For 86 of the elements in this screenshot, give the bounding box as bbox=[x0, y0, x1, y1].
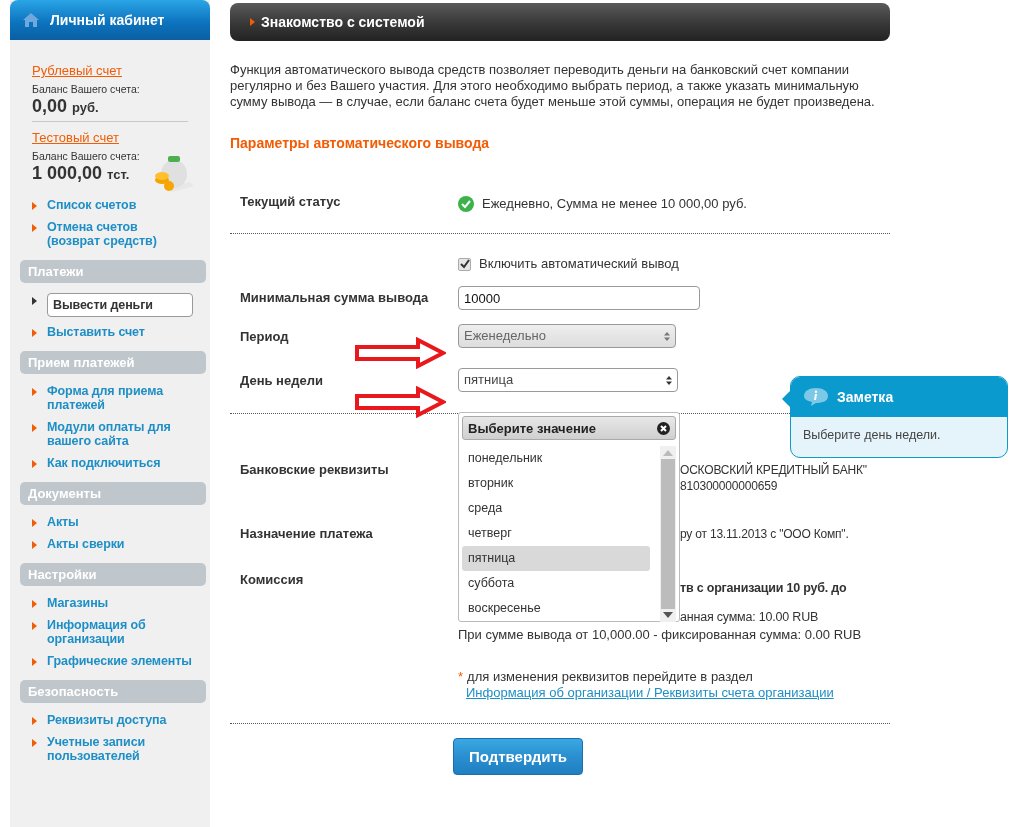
menu-link[interactable]: Выставить счет bbox=[47, 325, 145, 339]
info-icon bbox=[803, 387, 829, 407]
bullet-icon bbox=[32, 224, 37, 232]
dropdown-option[interactable]: четверг bbox=[462, 521, 650, 546]
house-icon bbox=[22, 12, 40, 28]
bullet-icon bbox=[250, 18, 255, 26]
bullet-icon bbox=[32, 739, 37, 747]
up-down-arrows-icon bbox=[664, 331, 670, 341]
detail-text: 810300000000659 bbox=[680, 478, 779, 494]
menu-link[interactable]: Отмена счетов (возврат средств) bbox=[47, 220, 193, 248]
dropdown-option[interactable]: суббота bbox=[462, 571, 650, 596]
detail-text: анная сумма: 10.00 RUB bbox=[680, 609, 820, 625]
checkbox-label: Включить автоматический вывод bbox=[479, 256, 679, 272]
field-label: Период bbox=[239, 328, 290, 344]
dropdown-option[interactable]: вторник bbox=[462, 471, 650, 496]
bullet-icon bbox=[32, 658, 37, 666]
close-icon[interactable] bbox=[657, 421, 670, 435]
section-header: Прием платежей bbox=[20, 351, 206, 374]
field-label: Комиссия bbox=[239, 572, 305, 589]
section-header: Платежи bbox=[20, 260, 206, 283]
bullet-icon bbox=[32, 388, 37, 396]
status-text: Ежедневно, Сумма не менее 10 000,00 руб. bbox=[482, 196, 747, 212]
arrow-icon bbox=[354, 386, 446, 418]
menu-link[interactable]: Форма для приема платежей bbox=[47, 384, 193, 412]
menu-link[interactable]: Информация об организации bbox=[47, 618, 193, 646]
field-label: Назначение платежа bbox=[239, 526, 374, 542]
page-title: Знакомство с системой bbox=[261, 14, 425, 30]
detail-text: При сумме вывода от 10,000.00 - фиксированная сумма: 0.00 RUB bbox=[458, 627, 863, 643]
bullet-icon bbox=[32, 519, 37, 527]
dropdown-option[interactable]: среда bbox=[462, 496, 650, 521]
field-label: Банковские реквизиты bbox=[239, 462, 390, 479]
bullet-icon bbox=[32, 329, 37, 337]
menu-link[interactable]: Магазины bbox=[47, 596, 109, 610]
menu-link[interactable]: Акты bbox=[47, 515, 79, 529]
menu-link[interactable]: Графические элементы bbox=[47, 654, 192, 668]
sidebar-title: Личный кабинет bbox=[50, 12, 165, 28]
balance-amount: 0,00 руб. bbox=[32, 95, 100, 118]
arrow-icon bbox=[354, 337, 446, 369]
intro-text: Функция автоматического вывода средств позволяет переводить деньги на банковский счет компании регулярно и без Вашего участия. Для этого необходимо выбрать период, а также указать минимальную сумму вывода — в случае, если баланс счета будет меньше этой суммы, операция не будет произведена. bbox=[230, 62, 876, 110]
scrollbar[interactable] bbox=[660, 446, 676, 622]
dropdown-title: Выберите значение bbox=[468, 420, 596, 436]
menu-link[interactable]: Акты сверки bbox=[47, 537, 125, 551]
scroll-down-icon[interactable] bbox=[663, 612, 673, 618]
balance-label: Баланс Вашего счета: bbox=[32, 150, 140, 162]
bullet-icon bbox=[32, 717, 37, 725]
dropdown-option[interactable]: пятница bbox=[462, 546, 650, 571]
dropdown-option[interactable]: воскресенье bbox=[462, 596, 650, 621]
menu-link[interactable]: Как подключиться bbox=[47, 456, 161, 470]
section-header: Безопасность bbox=[20, 680, 206, 703]
balance-amount: 1 000,00 тст. bbox=[32, 162, 131, 185]
footnote-text: для изменения реквизитов перейдите в раздел bbox=[467, 669, 753, 685]
field-label: День недели bbox=[239, 372, 324, 388]
bullet-icon bbox=[32, 202, 37, 210]
field-label: Текущий статус bbox=[239, 194, 342, 211]
weekday-select[interactable]: пятница bbox=[458, 368, 678, 392]
bullet-icon bbox=[32, 460, 37, 468]
detail-text: ОСКОВСКИЙ КРЕДИТНЫЙ БАНК" bbox=[680, 462, 868, 478]
detail-text: тв с организации 10 руб. до bbox=[680, 580, 848, 596]
asterisk-mark: * bbox=[458, 669, 464, 685]
bullet-icon bbox=[32, 541, 37, 549]
check-circle-icon bbox=[458, 196, 474, 212]
note-title: Заметка bbox=[837, 389, 894, 405]
amount-input[interactable]: 10000 bbox=[458, 286, 700, 310]
confirm-button[interactable]: Подтвердить bbox=[453, 738, 583, 775]
field-label: Минимальная сумма вывода bbox=[239, 289, 430, 307]
menu-link[interactable]: Модули оплаты для вашего сайта bbox=[47, 420, 193, 448]
balance-label: Баланс Вашего счета: bbox=[32, 83, 140, 95]
bullet-icon bbox=[32, 600, 37, 608]
menu-link[interactable]: Вывести деньги bbox=[47, 293, 193, 317]
section-title: Параметры автоматического вывода bbox=[230, 135, 491, 151]
detail-text: ру от 13.11.2013 с "ООО Комп". bbox=[680, 526, 850, 542]
checkbox[interactable] bbox=[458, 257, 471, 271]
settings-link[interactable]: Информация об организации / Реквизиты счета организации bbox=[466, 685, 834, 701]
bullet-icon bbox=[32, 622, 37, 630]
section-header: Настройки bbox=[20, 563, 206, 586]
bullet-icon bbox=[32, 297, 37, 305]
account-link[interactable]: Тестовый счет bbox=[32, 130, 119, 145]
menu-link[interactable]: Учетные записи пользователей bbox=[47, 735, 193, 763]
account-link[interactable]: Рублевый счет bbox=[32, 63, 122, 78]
note-text: Выберите день недели. bbox=[802, 427, 942, 444]
dropdown-option[interactable]: понедельник bbox=[462, 446, 650, 471]
menu-link[interactable]: Реквизиты доступа bbox=[47, 713, 167, 727]
up-down-arrows-icon bbox=[666, 375, 672, 385]
menu-link[interactable]: Список счетов bbox=[47, 198, 137, 212]
section-header: Документы bbox=[20, 482, 206, 505]
bullet-icon bbox=[32, 424, 37, 432]
